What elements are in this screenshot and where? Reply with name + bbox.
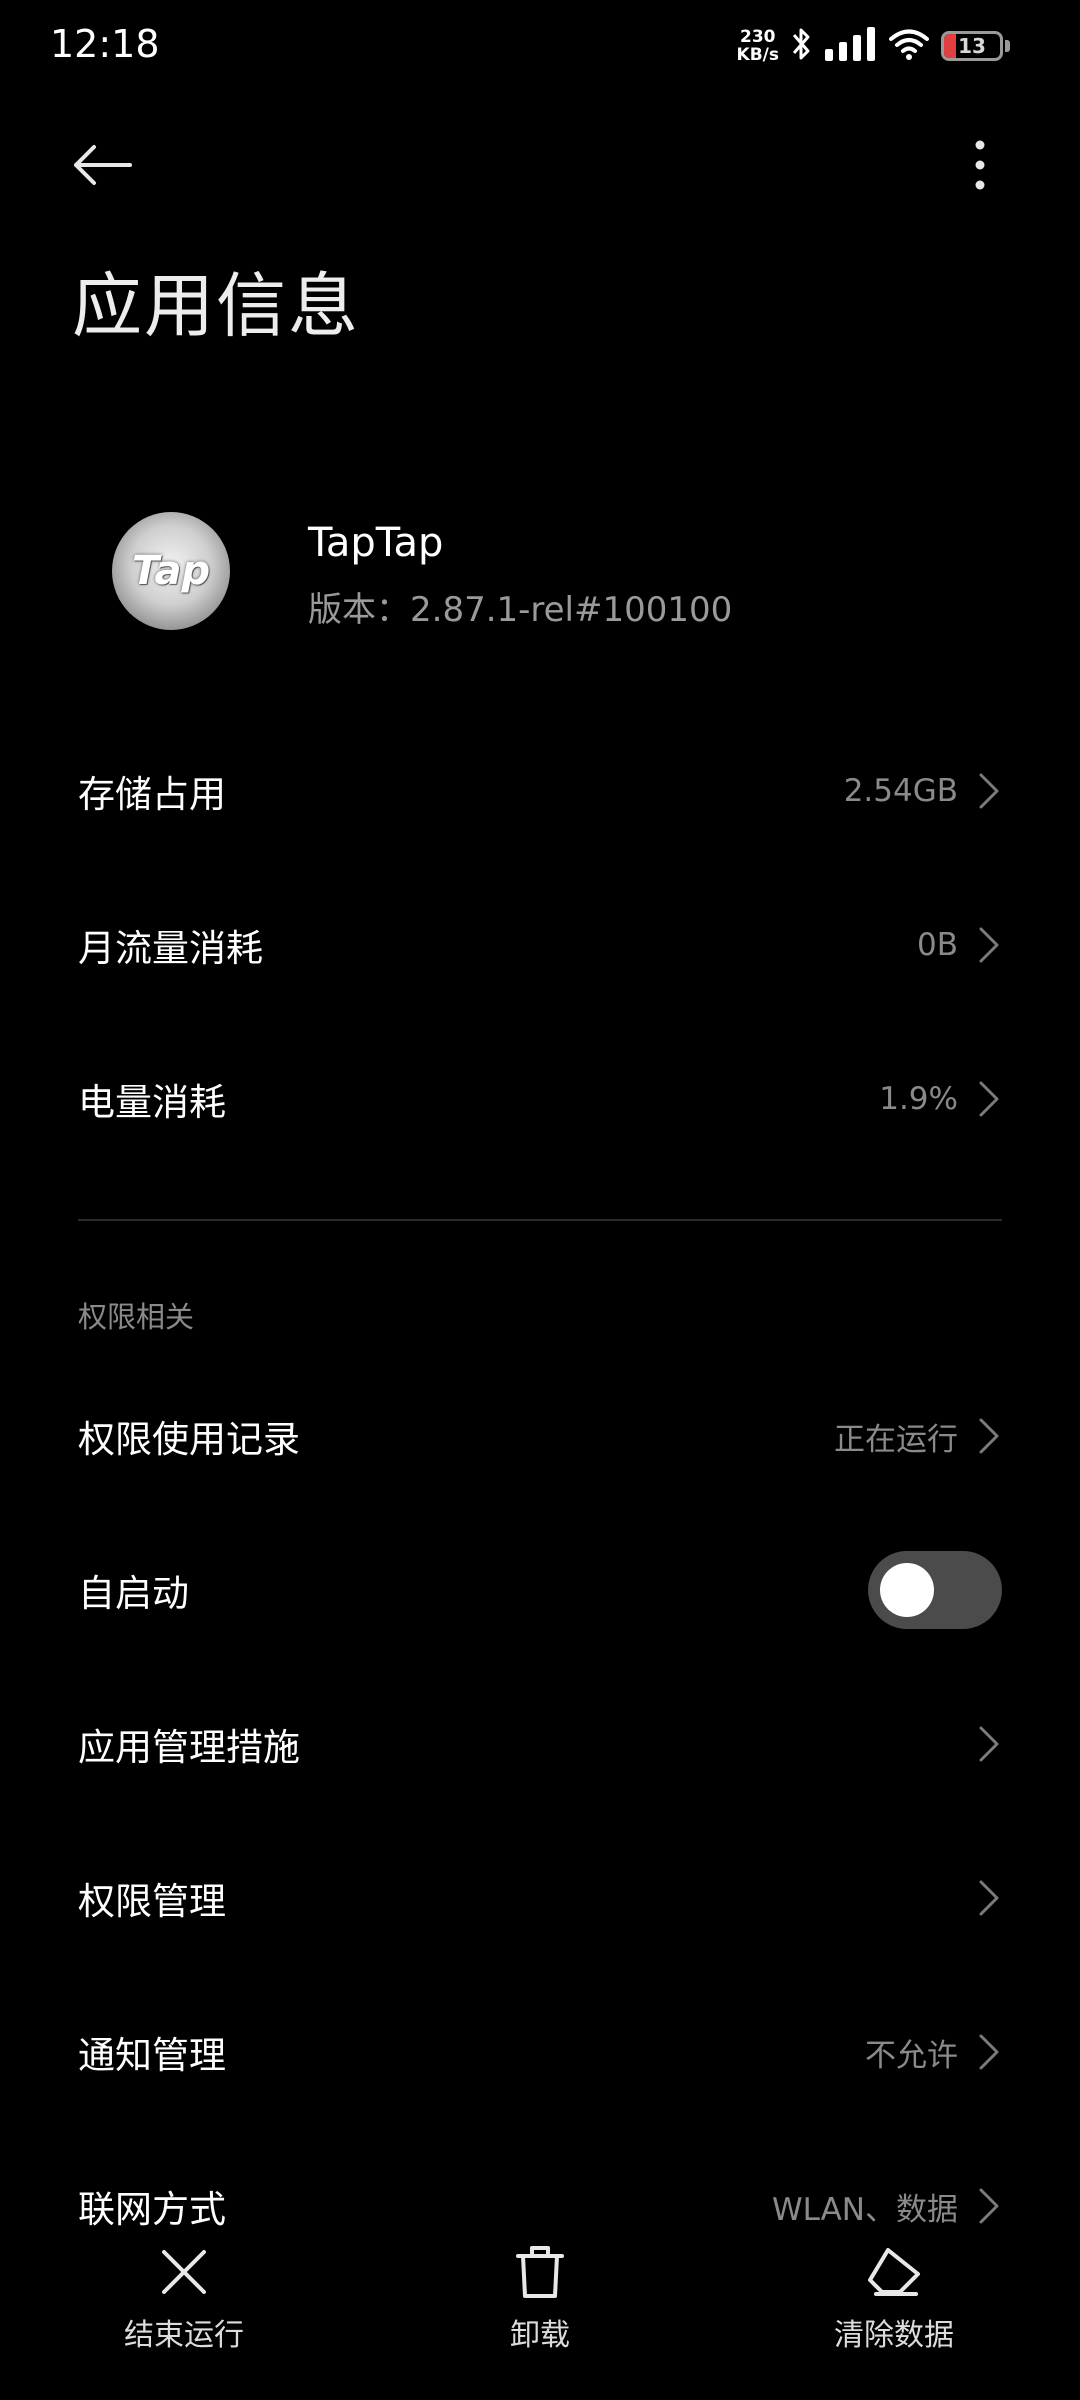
action-label: 卸载 <box>510 2318 570 2353</box>
chevron-right-icon <box>978 2186 1002 2226</box>
battery-icon: 13 <box>941 31 1003 61</box>
force-stop-button[interactable]: 结束运行 <box>84 2242 284 2354</box>
trash-icon <box>510 2242 570 2302</box>
notification-management-row[interactable]: 通知管理 不允许 <box>0 1992 1080 2112</box>
app-icon: Tap <box>112 512 230 630</box>
app-name: TapTap <box>308 520 444 566</box>
row-value: WLAN、数据 <box>771 2191 958 2228</box>
row-label: 联网方式 <box>78 2188 226 2231</box>
signal-icon <box>825 27 877 65</box>
chevron-right-icon <box>978 1724 1002 1764</box>
storage-row[interactable]: 存储占用 2.54GB <box>0 731 1080 851</box>
row-label: 自启动 <box>78 1572 189 1615</box>
status-icons: 230 KB/s 13 <box>737 26 1010 66</box>
autostart-row: 自启动 <box>0 1530 1080 1650</box>
eraser-icon <box>864 2242 924 2302</box>
row-value: 2.54GB <box>843 773 958 809</box>
chevron-right-icon <box>978 2032 1002 2072</box>
arrow-left-icon <box>74 145 132 185</box>
row-value: 正在运行 <box>834 1421 958 1458</box>
app-version: 版本：2.87.1-rel#100100 <box>308 590 733 630</box>
section-divider <box>78 1219 1002 1221</box>
close-icon <box>154 2242 214 2302</box>
battery-fill <box>944 34 956 58</box>
status-time: 12:18 <box>50 22 160 66</box>
chevron-right-icon <box>978 1416 1002 1456</box>
chevron-right-icon <box>978 1878 1002 1918</box>
page-title: 应用信息 <box>72 265 360 347</box>
wifi-icon <box>889 28 929 64</box>
action-label: 结束运行 <box>124 2318 244 2353</box>
clear-data-button[interactable]: 清除数据 <box>794 2242 994 2354</box>
network-speed-unit: KB/s <box>736 45 779 65</box>
bottom-action-bar: 结束运行 卸载 清除数据 <box>0 2230 1080 2400</box>
row-label: 电量消耗 <box>78 1081 226 1124</box>
toggle-knob <box>880 1563 934 1617</box>
bluetooth-icon <box>791 26 813 66</box>
uninstall-button[interactable]: 卸载 <box>440 2242 640 2354</box>
app-info-screen: 12:18 230 KB/s 13 应用信息 Tap TapTap 版本：2.8… <box>0 0 1080 2400</box>
autostart-toggle[interactable] <box>868 1551 1002 1629</box>
permission-management-row[interactable]: 权限管理 <box>0 1838 1080 1958</box>
chevron-right-icon <box>978 925 1002 965</box>
row-value: 1.9% <box>879 1081 958 1117</box>
row-label: 权限管理 <box>78 1880 226 1923</box>
app-icon-text: Tap <box>131 548 211 594</box>
battery-level: 13 <box>958 34 986 58</box>
battery-usage-row[interactable]: 电量消耗 1.9% <box>0 1039 1080 1159</box>
more-options-button[interactable] <box>950 130 1010 200</box>
battery-cap <box>1005 40 1010 52</box>
chevron-right-icon <box>978 771 1002 811</box>
status-bar: 12:18 230 KB/s 13 <box>0 0 1080 92</box>
back-button[interactable] <box>70 130 150 200</box>
action-label: 清除数据 <box>834 2318 954 2353</box>
row-label: 权限使用记录 <box>78 1418 300 1461</box>
row-label: 应用管理措施 <box>78 1726 300 1769</box>
more-vertical-icon <box>975 140 985 190</box>
permission-usage-record-row[interactable]: 权限使用记录 正在运行 <box>0 1376 1080 1496</box>
app-management-row[interactable]: 应用管理措施 <box>0 1684 1080 1804</box>
row-value: 0B <box>917 927 958 963</box>
data-usage-row[interactable]: 月流量消耗 0B <box>0 885 1080 1005</box>
chevron-right-icon <box>978 1079 1002 1119</box>
row-label: 通知管理 <box>78 2034 226 2077</box>
network-speed-value: 230 <box>740 27 776 47</box>
row-value: 不允许 <box>865 2037 958 2074</box>
row-label: 存储占用 <box>78 773 226 816</box>
network-speed: 230 KB/s <box>737 28 779 64</box>
permissions-section-header: 权限相关 <box>78 1300 195 1334</box>
row-label: 月流量消耗 <box>78 927 263 970</box>
